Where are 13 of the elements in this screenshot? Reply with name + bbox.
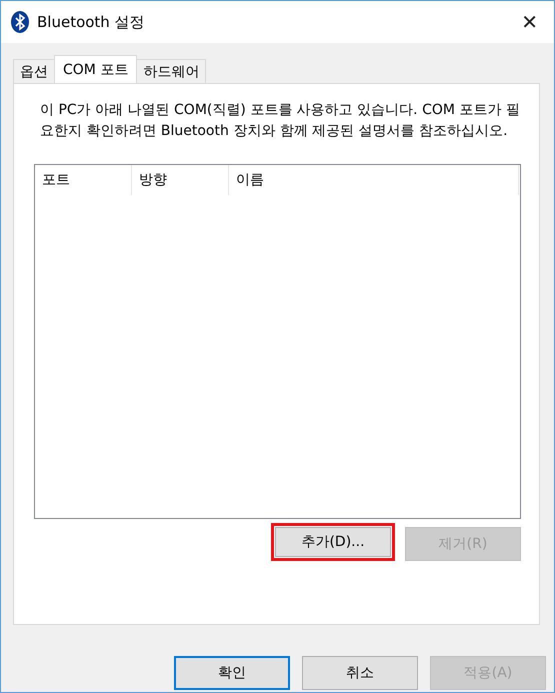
tab[interactable]: 하드웨어: [136, 59, 206, 83]
dialog-button[interactable]: 취소: [302, 656, 418, 690]
dialog-button[interactable]: 확인: [174, 656, 290, 690]
column-header[interactable]: 이름: [229, 165, 519, 195]
tab[interactable]: COM 포트: [54, 55, 138, 83]
column-header[interactable]: 포트: [35, 165, 132, 195]
tab[interactable]: 옵션: [13, 59, 55, 83]
description-text: 이 PC가 아래 나열된 COM(직렬) 포트를 사용하고 있습니다. COM 포트가 필요한지 확인하려면 Bluetooth 장치와 함께 제공된 설명서를 참조하십시오.: [40, 101, 521, 141]
bluetooth-icon: [11, 11, 29, 33]
column-header[interactable]: 방향: [132, 165, 229, 195]
close-button[interactable]: ✕: [515, 7, 544, 37]
add-remove-button[interactable]: 추가(D)...: [275, 527, 391, 557]
window-title: Bluetooth 설정: [37, 12, 146, 33]
